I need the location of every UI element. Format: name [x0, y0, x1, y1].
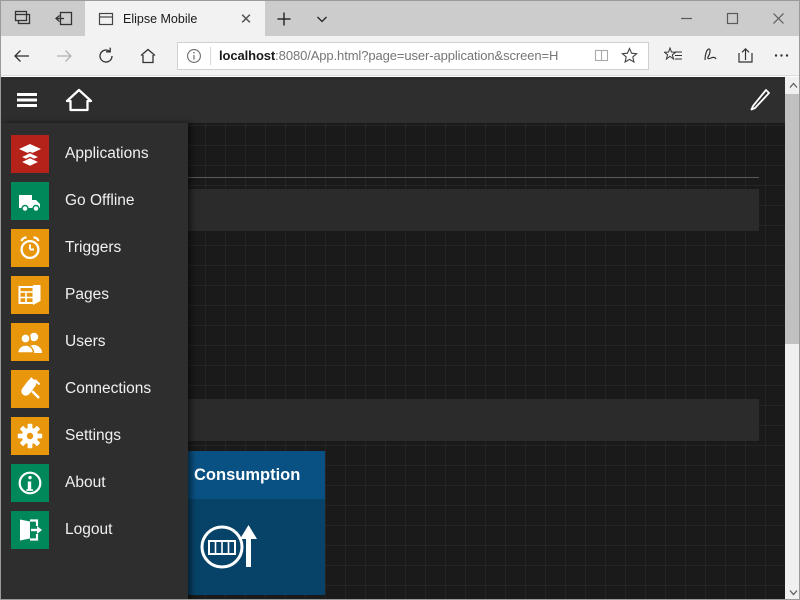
web-notes-icon[interactable]: [691, 37, 727, 75]
star-icon[interactable]: [614, 43, 644, 69]
tile-consumption[interactable]: Consumption: [182, 451, 325, 595]
new-tab-button[interactable]: [265, 1, 303, 36]
drawer-item-pages[interactable]: Pages: [1, 271, 188, 318]
close-button[interactable]: [755, 1, 800, 36]
drawer-label-pages: Pages: [65, 286, 109, 304]
drawer-label-connections: Connections: [65, 380, 151, 398]
home-button[interactable]: [127, 37, 169, 75]
window-controls: [663, 1, 800, 36]
drawer-item-about[interactable]: About: [1, 459, 188, 506]
minimize-button[interactable]: [663, 1, 709, 36]
navigation-drawer: Applications Go Offline: [1, 123, 188, 600]
page-scrollbar[interactable]: [785, 77, 800, 600]
alarm-clock-icon: [11, 229, 49, 267]
set-aside-tabs-icon[interactable]: [43, 1, 85, 36]
tile-consumption-body: [182, 499, 325, 595]
drawer-item-triggers[interactable]: Triggers: [1, 224, 188, 271]
tab-previews-icon[interactable]: [1, 1, 43, 36]
scrollbar-thumb[interactable]: [785, 94, 800, 344]
browser-toolbar: localhost:8080/App.html?page=user-applic…: [1, 36, 800, 76]
scroll-down-arrow[interactable]: [785, 584, 800, 600]
meter-arrow-icon: [196, 517, 268, 577]
maximize-button[interactable]: [709, 1, 755, 36]
window-icon: [97, 10, 115, 28]
back-button[interactable]: [1, 37, 43, 75]
more-icon[interactable]: [763, 37, 799, 75]
app-toolbar: [1, 77, 785, 123]
address-bar[interactable]: localhost:8080/App.html?page=user-applic…: [177, 42, 649, 70]
tab-strip: Elipse Mobile ✕: [1, 1, 800, 36]
pencil-icon[interactable]: [733, 77, 785, 123]
drawer-label-triggers: Triggers: [65, 239, 121, 257]
drawer-item-logout[interactable]: Logout: [1, 506, 188, 553]
home-icon[interactable]: [53, 77, 105, 123]
browser-window: Elipse Mobile ✕: [0, 0, 800, 600]
web-page-viewport: Application Maintenance: [1, 77, 800, 600]
gear-icon: [11, 417, 49, 455]
share-icon[interactable]: [727, 37, 763, 75]
drawer-label-go-offline: Go Offline: [65, 192, 135, 210]
scroll-up-arrow[interactable]: [785, 77, 800, 94]
book-icon[interactable]: [588, 43, 614, 69]
tile-consumption-header: Consumption: [182, 451, 325, 499]
favorites-hub-icon[interactable]: [655, 37, 691, 75]
pages-icon: [11, 276, 49, 314]
url-host: localhost: [219, 48, 275, 63]
drawer-item-users[interactable]: Users: [1, 318, 188, 365]
chevron-down-icon[interactable]: [303, 1, 341, 36]
drawer-label-users: Users: [65, 333, 105, 351]
hamburger-menu-icon[interactable]: [1, 77, 53, 123]
tab-title: Elipse Mobile: [123, 12, 233, 26]
info-circle-icon: [11, 464, 49, 502]
browser-actions: [655, 37, 800, 75]
drawer-item-go-offline[interactable]: Go Offline: [1, 177, 188, 224]
users-icon: [11, 323, 49, 361]
drawer-label-logout: Logout: [65, 521, 112, 539]
drawer-item-settings[interactable]: Settings: [1, 412, 188, 459]
browser-tab[interactable]: Elipse Mobile ✕: [85, 1, 265, 36]
refresh-button[interactable]: [85, 37, 127, 75]
url-path: :8080/App.html?page=user-application&scr…: [275, 48, 558, 63]
drawer-label-applications: Applications: [65, 145, 149, 163]
logout-icon: [11, 511, 49, 549]
drawer-item-applications[interactable]: Applications: [1, 130, 188, 177]
drawer-label-settings: Settings: [65, 427, 121, 445]
address-bar-url[interactable]: localhost:8080/App.html?page=user-applic…: [211, 48, 588, 63]
layers-icon: [11, 135, 49, 173]
forward-button[interactable]: [43, 37, 85, 75]
truck-icon: [11, 182, 49, 220]
tab-close-button[interactable]: ✕: [233, 6, 259, 32]
info-icon[interactable]: [178, 43, 210, 69]
plug-icon: [11, 370, 49, 408]
drawer-label-about: About: [65, 474, 106, 492]
drawer-item-connections[interactable]: Connections: [1, 365, 188, 412]
tile-consumption-label: Consumption: [194, 466, 300, 485]
